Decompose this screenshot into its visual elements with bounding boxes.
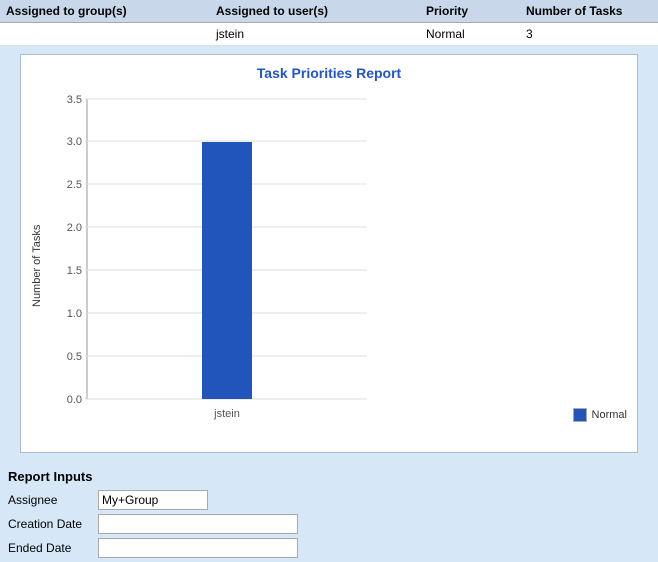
cell-user: jstein <box>216 27 426 41</box>
svg-text:1.0: 1.0 <box>67 308 82 320</box>
bar-chart-svg: 0.0 0.5 1.0 1.5 2.0 <box>47 89 387 439</box>
legend-item-normal: Normal <box>573 408 627 422</box>
chart-legend: Normal <box>563 408 627 442</box>
svg-text:0.5: 0.5 <box>67 351 82 363</box>
svg-text:0.0: 0.0 <box>67 394 82 406</box>
chart-and-legend: 0.0 0.5 1.0 1.5 2.0 <box>47 89 627 442</box>
creation-date-row: Creation Date <box>8 514 650 534</box>
ended-date-label: Ended Date <box>8 541 98 555</box>
creation-date-input[interactable] <box>98 514 298 534</box>
assignee-input[interactable] <box>98 490 208 510</box>
assignee-label: Assignee <box>8 493 98 507</box>
assignee-row: Assignee <box>8 490 650 510</box>
y-axis-label: Number of Tasks <box>31 89 43 442</box>
report-inputs-title: Report Inputs <box>8 469 650 484</box>
svg-text:3.5: 3.5 <box>67 94 82 106</box>
table-header: Assigned to group(s) Assigned to user(s)… <box>0 0 658 23</box>
col-header-group: Assigned to group(s) <box>6 4 216 18</box>
report-inputs-section: Report Inputs Assignee Creation Date End… <box>0 461 658 558</box>
chart-plot-area: 0.0 0.5 1.0 1.5 2.0 <box>47 89 627 442</box>
svg-text:2.0: 2.0 <box>67 222 82 234</box>
creation-date-label: Creation Date <box>8 517 98 531</box>
cell-group <box>6 27 216 41</box>
chart-svg: 0.0 0.5 1.0 1.5 2.0 <box>47 89 563 442</box>
col-header-user: Assigned to user(s) <box>216 4 426 18</box>
col-header-priority: Priority <box>426 4 526 18</box>
bar-jstein <box>202 142 252 399</box>
legend-label-normal: Normal <box>592 409 627 421</box>
col-header-tasks: Number of Tasks <box>526 4 646 18</box>
ended-date-row: Ended Date <box>8 538 650 558</box>
svg-text:jstein: jstein <box>213 408 240 420</box>
table-row: jstein Normal 3 <box>0 23 658 46</box>
svg-text:1.5: 1.5 <box>67 265 82 277</box>
cell-tasks: 3 <box>526 27 646 41</box>
chart-container: Task Priorities Report Number of Tasks 0… <box>20 54 638 453</box>
ended-date-input[interactable] <box>98 538 298 558</box>
chart-title: Task Priorities Report <box>31 65 627 81</box>
svg-text:2.5: 2.5 <box>67 179 82 191</box>
legend-color-normal <box>573 408 587 422</box>
cell-priority: Normal <box>426 27 526 41</box>
svg-text:3.0: 3.0 <box>67 136 82 148</box>
chart-inner: Number of Tasks 0.0 <box>31 89 627 442</box>
